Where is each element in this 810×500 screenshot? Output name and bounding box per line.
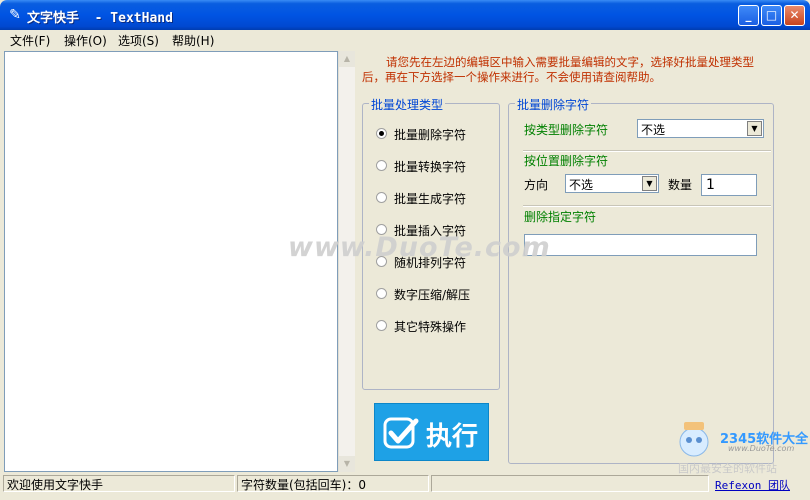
count-label: 数量 [668, 178, 693, 192]
status-char-count: 字符数量(包括回车)：0 [237, 475, 429, 492]
menu-options[interactable]: 选项(S) [118, 32, 159, 49]
radio-icon[interactable] [376, 320, 387, 331]
batch-delete-title: 批量删除字符 [515, 96, 592, 113]
maximize-button[interactable]: □ [761, 5, 782, 26]
radio-label: 批量转换字符 [394, 160, 467, 174]
corner-watermark-logo: 2345软件大全 www.DuoTe.com 国内最安全的软件站 [670, 420, 810, 475]
team-link[interactable]: Refexon 团队 [715, 477, 790, 493]
corner-url-text: www.DuoTe.com [728, 444, 795, 453]
minimize-button[interactable]: _ [738, 5, 759, 26]
radio-label: 数字压缩/解压 [394, 288, 471, 302]
menu-file[interactable]: 文件(F) [10, 32, 50, 49]
scroll-down-icon[interactable]: ▼ [339, 456, 355, 472]
delete-specified-label: 删除指定字符 [524, 210, 597, 224]
menu-help[interactable]: 帮助(H) [172, 32, 214, 49]
direction-value: 不选 [569, 178, 594, 192]
radio-icon[interactable] [376, 192, 387, 203]
direction-label: 方向 [524, 178, 549, 192]
minimize-icon: _ [745, 8, 752, 22]
processing-type-title: 批量处理类型 [369, 96, 446, 113]
batch-delete-group: 批量删除字符 按类型删除字符 不选 ▼ 按位置删除字符 方向 不选 ▼ 数量 1… [508, 96, 774, 464]
watermark-text: www.DuoTe.com [288, 232, 551, 263]
chevron-down-icon[interactable]: ▼ [642, 176, 657, 191]
mascot-icon [679, 422, 709, 457]
title-bar[interactable]: ✎ 文字快手 - TextHand _ □ ✕ [0, 0, 810, 30]
execute-label: 执行 [426, 422, 479, 452]
radio-label: 其它特殊操作 [394, 320, 467, 334]
close-button[interactable]: ✕ [784, 5, 805, 26]
status-welcome: 欢迎使用文字快手 [3, 475, 235, 492]
maximize-icon: □ [765, 8, 778, 22]
instruction-hint: 请您先在左边的编辑区中输入需要批量编辑的文字，选择好批量处理类型后，再在下方选择… [362, 55, 754, 84]
radio-icon[interactable] [376, 160, 387, 171]
specified-chars-input[interactable] [524, 234, 757, 256]
radio-icon[interactable] [376, 288, 387, 299]
chevron-down-icon[interactable]: ▼ [747, 121, 762, 136]
menu-operation[interactable]: 操作(O) [64, 32, 107, 49]
pencil-icon: ✎ [9, 7, 21, 23]
direction-select[interactable]: 不选 ▼ [565, 174, 659, 193]
delete-by-type-label: 按类型删除字符 [524, 123, 609, 137]
delete-by-type-value: 不选 [641, 123, 666, 137]
delete-by-type-select[interactable]: 不选 ▼ [637, 119, 764, 138]
status-bar: 欢迎使用文字快手 字符数量(包括回车)：0 Refexon 团队 [0, 474, 810, 500]
window-title: 文字快手 - TextHand [27, 11, 173, 26]
count-input[interactable]: 1 [701, 174, 757, 196]
close-icon: ✕ [789, 8, 800, 22]
execute-button[interactable]: 执行 [374, 403, 489, 461]
radio-label: 批量生成字符 [394, 192, 467, 206]
status-empty-pane [431, 475, 709, 492]
radio-label: 批量删除字符 [394, 128, 467, 142]
divider [523, 205, 771, 207]
check-icon [383, 417, 419, 449]
scroll-up-icon[interactable]: ▲ [339, 51, 355, 67]
radio-checked-icon[interactable] [376, 128, 387, 139]
menu-bar: 文件(F) 操作(O) 选项(S) 帮助(H) [0, 30, 810, 50]
delete-by-position-label: 按位置删除字符 [524, 154, 609, 168]
